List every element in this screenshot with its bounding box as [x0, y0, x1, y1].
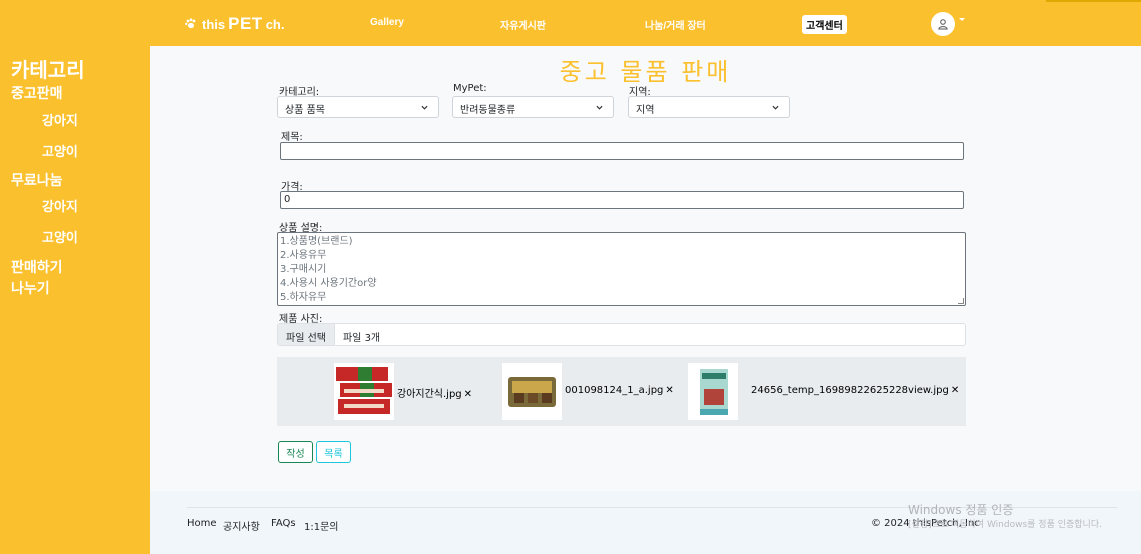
category-select[interactable]: 상품 품목 [277, 96, 439, 118]
chevron-down-icon [421, 105, 428, 110]
top-navbar: this PET ch. Gallery 자유게시판 나눔/거래 장터 고객센터 [0, 0, 1141, 46]
mypet-label: MyPet: [453, 83, 487, 94]
user-avatar-button[interactable] [931, 12, 955, 36]
footer-link-inquiry[interactable]: 1:1문의 [304, 518, 339, 533]
resize-handle[interactable] [958, 298, 964, 304]
remove-file-icon[interactable]: ✕ [951, 385, 959, 396]
placeholder-line: 1.상품명(브랜드) [280, 236, 353, 247]
price-input[interactable]: 0 [280, 191, 964, 209]
brand-suffix: ch. [265, 17, 285, 32]
placeholder-line: 2.사용유무 [280, 250, 327, 261]
submit-button[interactable]: 작성 [278, 441, 313, 463]
footer-link-home[interactable]: Home [187, 518, 217, 529]
chevron-down-icon [596, 105, 603, 110]
sidebar-item-free-cat[interactable]: 고양이 [42, 227, 78, 246]
sidebar-item-used-cat[interactable]: 고양이 [42, 141, 78, 160]
title-input[interactable] [280, 142, 964, 160]
remove-file-icon[interactable]: ✕ [665, 385, 673, 396]
sidebar-item-share[interactable]: 나누기 [11, 278, 50, 298]
sidebar: 카테고리 중고판매 강아지 고양이 무료나눔 강아지 고양이 판매하기 나누기 [0, 46, 150, 554]
placeholder-line: 4.사용시 사용기간or양 [280, 278, 377, 289]
list-button[interactable]: 목록 [316, 441, 351, 463]
placeholder-line: 3.구매시기 [280, 264, 327, 275]
mypet-select-value: 반려동물종류 [460, 105, 516, 116]
paw-icon [185, 18, 197, 32]
sidebar-item-free-share[interactable]: 무료나눔 [11, 170, 63, 190]
sidebar-item-free-dog[interactable]: 강아지 [42, 196, 78, 215]
image-preview-area: 강아지간식.jpg ✕ 001098124_1_a.jpg ✕ 24656_temp… [277, 357, 966, 426]
region-select-value: 지역 [636, 105, 655, 116]
category-select-value: 상품 품목 [285, 105, 325, 116]
sidebar-item-sell[interactable]: 판매하기 [11, 257, 63, 277]
sidebar-title: 카테고리 [11, 58, 85, 82]
file-chip: 강아지간식.jpg ✕ [397, 385, 472, 400]
activation-watermark-subtitle: [설정]으로 이동하여 Windows를 정품 인증합니다. [908, 520, 1102, 530]
file-input[interactable]: 파일 선택 파일 3개 [277, 323, 966, 346]
brand-prefix: this [202, 17, 226, 32]
chevron-down-icon [772, 105, 779, 110]
page-title: 중고 물품 판매 [559, 58, 732, 86]
brand-logo[interactable]: this PET ch. [185, 14, 284, 34]
file-chip: 001098124_1_a.jpg ✕ [565, 385, 674, 396]
thumbnail-image [688, 363, 738, 420]
brand-main: PET [228, 14, 263, 33]
footer: Home 공지사항 FAQs 1:1문의 © 2024 thisPetch, I… [150, 491, 1141, 554]
window-edge [1046, 0, 1141, 2]
description-textarea[interactable]: 1.상품명(브랜드) 2.사용유무 3.구매시기 4.사용시 사용기간or양 5… [277, 232, 966, 306]
file-name: 24656_temp_16989822625228view.jpg [751, 385, 949, 396]
sidebar-item-used-dog[interactable]: 강아지 [42, 110, 78, 129]
activation-watermark-title: Windows 정품 인증 [908, 503, 1014, 517]
sidebar-item-used-sale[interactable]: 중고판매 [11, 83, 63, 103]
nav-market[interactable]: 나눔/거래 장터 [645, 17, 706, 32]
chevron-down-icon[interactable] [959, 18, 965, 21]
file-name: 001098124_1_a.jpg [565, 385, 664, 396]
remove-file-icon[interactable]: ✕ [464, 389, 472, 400]
file-choose-button[interactable]: 파일 선택 [278, 324, 335, 345]
placeholder-line: 5.하자유무 [280, 292, 327, 303]
mypet-select[interactable]: 반려동물종류 [452, 96, 614, 118]
nav-customer-center[interactable]: 고객센터 [802, 15, 847, 34]
region-select[interactable]: 지역 [628, 96, 790, 118]
file-status: 파일 3개 [342, 333, 381, 344]
file-name: 강아지간식.jpg [397, 389, 462, 400]
user-icon [938, 19, 948, 30]
nav-gallery[interactable]: Gallery [370, 17, 404, 28]
thumbnail-image [334, 363, 394, 420]
file-chip: 24656_temp_16989822625228view.jpg ✕ [751, 385, 959, 396]
title-label: 제목: [281, 132, 303, 143]
thumbnail-image [502, 363, 562, 420]
footer-link-notice[interactable]: 공지사항 [223, 518, 260, 533]
footer-link-faqs[interactable]: FAQs [271, 518, 296, 529]
nav-free-board[interactable]: 자유게시판 [500, 17, 546, 32]
